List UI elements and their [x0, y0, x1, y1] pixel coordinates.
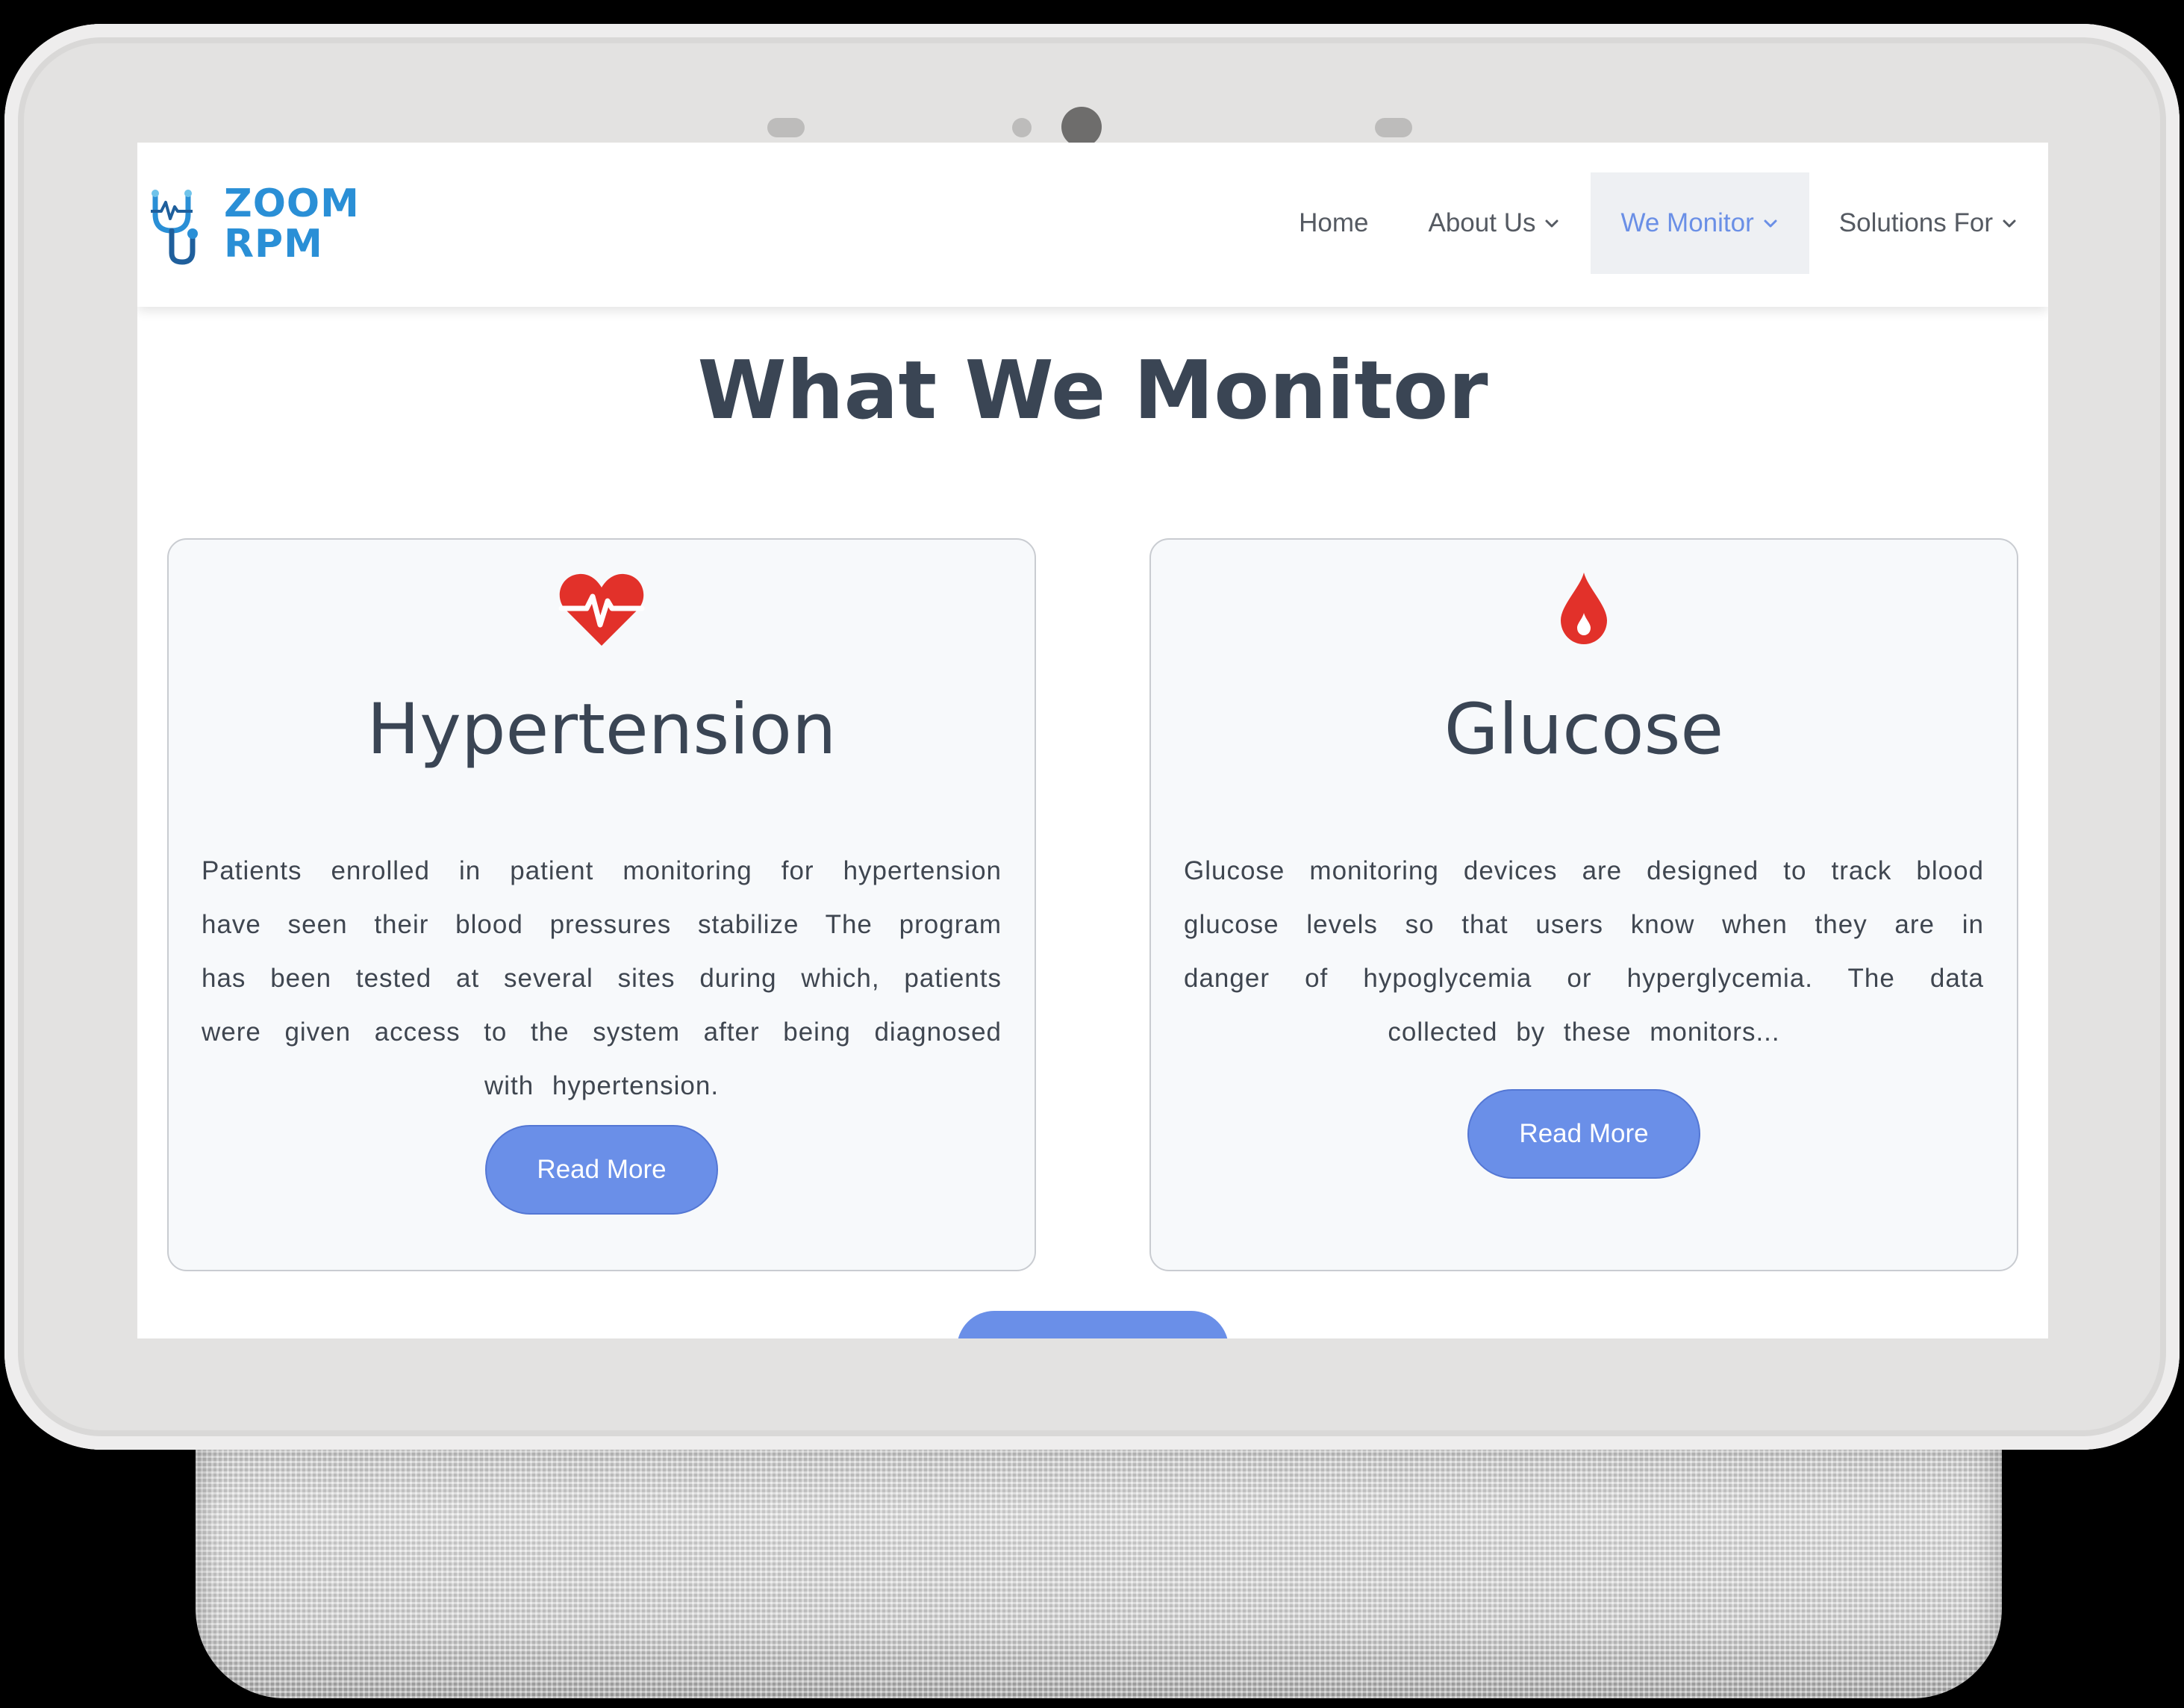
nav-label: We Monitor [1620, 208, 1754, 237]
logo-line-1: ZOOM [224, 181, 360, 226]
logo-wordmark: ZOOM RPM [224, 181, 360, 267]
card-hypertension: Hypertension Patients enrolled in patien… [167, 538, 1036, 1271]
page-title: What We Monitor [697, 344, 1488, 437]
status-led [1012, 118, 1032, 137]
stethoscope-heartbeat-icon [151, 190, 198, 265]
speaker-stand [196, 1411, 2002, 1698]
card-glucose: Glucose Glucose monitoring devices are d… [1149, 538, 2018, 1271]
nav-item-solutions-for[interactable]: Solutions For [1809, 172, 2048, 274]
nav-label: Solutions For [1838, 208, 1993, 237]
logo-line-2: RPM [224, 222, 323, 267]
microphone-right [1375, 118, 1412, 137]
nav-label: About Us [1428, 208, 1536, 237]
blood-drop-icon [1561, 573, 1607, 644]
partially-visible-button[interactable] [957, 1311, 1229, 1338]
nav-item-about-us[interactable]: About Us [1399, 172, 1591, 274]
chevron-down-icon [1764, 219, 1777, 228]
card-title: Hypertension [366, 689, 837, 770]
nav-item-home[interactable]: Home [1269, 172, 1398, 274]
chevron-down-icon [2003, 219, 2016, 228]
card-title: Glucose [1444, 689, 1724, 770]
microphone-left [767, 118, 805, 137]
card-description: Glucose monitoring devices are designed … [1184, 856, 1984, 1047]
nav-label: Home [1299, 208, 1369, 237]
main-nav: Home About Us We Monitor Solutions For [1269, 172, 2048, 274]
read-more-button[interactable]: Read More [1467, 1089, 1700, 1179]
card-description: Patients enrolled in patient monitoring … [202, 856, 1002, 1100]
camera [1061, 107, 1102, 147]
site-navbar: ZOOM RPM Home About Us We Monitor Soluti… [137, 143, 2048, 307]
device-screen: ZOOM RPM Home About Us We Monitor Soluti… [137, 143, 2048, 1338]
nav-item-we-monitor[interactable]: We Monitor [1591, 172, 1809, 274]
heart-pulse-icon [558, 573, 645, 646]
read-more-button[interactable]: Read More [485, 1125, 718, 1215]
site-logo[interactable]: ZOOM RPM [149, 180, 373, 269]
chevron-down-icon [1545, 219, 1559, 228]
